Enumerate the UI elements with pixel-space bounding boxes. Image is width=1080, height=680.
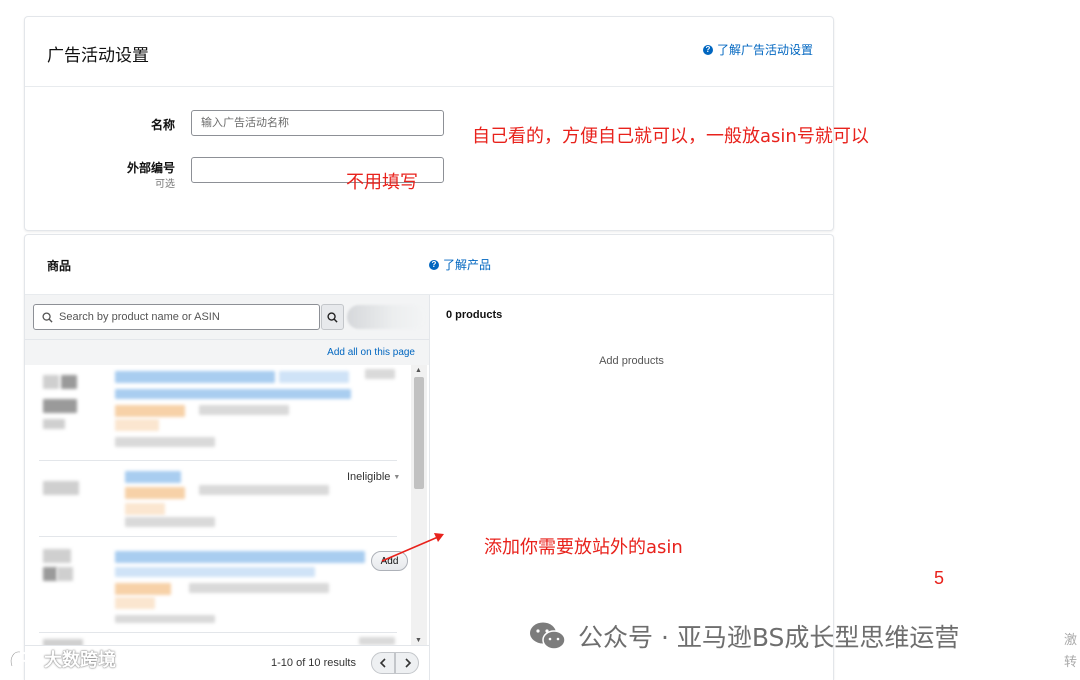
add-all-bar: Add all on this page [25,339,429,365]
product-title-blurred [115,389,351,399]
product-meta-blurred [115,615,215,623]
product-meta-blurred [189,583,329,593]
product-title-blurred [115,567,315,577]
add-all-on-page-link[interactable]: Add all on this page [327,347,415,358]
external-id-label: 外部编号 [126,161,175,175]
learn-campaign-settings-link[interactable]: ? 了解广告活动设置 [702,41,813,58]
annotation-arrow-icon [381,533,444,562]
product-status-blurred [365,369,395,379]
product-price-blurred [115,597,155,609]
product-price-blurred [125,503,165,515]
product-price-blurred [115,419,159,431]
product-meta-blurred [115,437,215,447]
brand-watermark: 大数跨境 [8,646,116,672]
product-status-blurred [359,637,395,645]
help-icon: ? [429,259,439,270]
campaign-name-input[interactable] [191,110,444,136]
product-image [43,375,59,389]
wechat-icon [530,622,566,650]
campaign-settings-header: 广告活动设置 ? 了解广告活动设置 [25,17,833,87]
search-button[interactable] [321,304,344,330]
previous-page-button[interactable] [371,652,395,674]
empty-state-text: Add products [599,355,664,367]
product-search-input[interactable] [59,311,309,323]
products-title: 商品 [47,259,72,273]
products-header: 商品 ? 了解产品 [25,235,833,295]
wechat-watermark-text: 公众号 · 亚马逊BS成长型思维运营 [578,623,960,652]
brand-watermark-text: 大数跨境 [44,650,116,671]
product-image [43,567,57,581]
product-list-item [39,365,397,461]
campaign-name-label: 名称 [150,118,175,132]
product-list-scrollbar[interactable]: ▲ ▼ [411,365,427,645]
product-title-blurred [115,371,275,383]
product-image [43,419,65,429]
external-id-optional-label: 可选 [155,179,175,190]
product-image [43,399,77,413]
results-count: 1-10 of 10 results [271,657,356,669]
campaign-settings-title: 广告活动设置 [47,46,149,65]
product-meta-blurred [199,405,289,415]
name-field-annotation: 自己看的，方便自己就可以，一般放asin号就可以 [472,126,869,147]
product-search-pane: Add all on this page [25,295,430,680]
product-search-box [33,304,320,330]
scroll-down-arrow-icon[interactable]: ▼ [415,637,422,644]
product-list-item [39,633,397,645]
learn-products-link[interactable]: ? 了解产品 [429,256,491,273]
chevron-down-icon: ▼ [393,473,401,481]
product-price-blurred [125,487,185,499]
add-asin-annotation: 添加你需要放站外的asin [484,537,683,558]
search-icon [42,311,53,323]
product-list: Ineligible ▼ Add [25,365,429,645]
next-page-button[interactable] [395,652,419,674]
product-list-item: Add [39,537,408,633]
chevron-right-icon [404,658,411,668]
chevron-left-icon [379,658,386,668]
help-icon: ? [702,44,713,55]
product-title-blurred [125,471,181,483]
product-title-blurred [115,551,365,563]
eligibility-status-label: Ineligible [347,471,391,483]
learn-campaign-settings-label: 了解广告活动设置 [716,43,813,57]
eligibility-status[interactable]: Ineligible ▼ [347,471,400,483]
selected-products-count: 0 products [446,309,503,321]
wechat-watermark: 公众号 · 亚马逊BS成长型思维运营 [528,618,959,654]
product-price-blurred [115,583,171,595]
product-image [43,481,79,495]
product-image [43,549,71,563]
side-watermark-line-1: 激 [1064,633,1078,648]
learn-products-label: 了解产品 [443,258,492,272]
product-price-blurred [115,405,185,417]
product-meta-blurred [125,517,215,527]
page: 广告活动设置 ? 了解广告活动设置 名称 外部编号 可选 商品 ? 了解产品 [0,0,1080,680]
page-number-annotation: 5 [934,568,945,588]
scrollbar-thumb[interactable] [414,377,424,489]
blurred-filter-control[interactable] [347,305,425,329]
product-meta-blurred [199,485,329,495]
product-image [61,375,77,389]
side-watermark-line-2: 转 [1064,655,1078,670]
scroll-up-arrow-icon[interactable]: ▲ [415,367,422,374]
side-watermark: 激 转 [1064,630,1077,674]
brand-logo-icon [10,650,37,667]
search-icon [327,311,338,323]
product-list-item: Ineligible ▼ [39,461,400,537]
product-image [57,567,73,581]
product-title-blurred [279,371,349,383]
external-id-annotation: 不用填写 [346,172,418,193]
products-card: 商品 ? 了解产品 Add all o [24,234,834,680]
